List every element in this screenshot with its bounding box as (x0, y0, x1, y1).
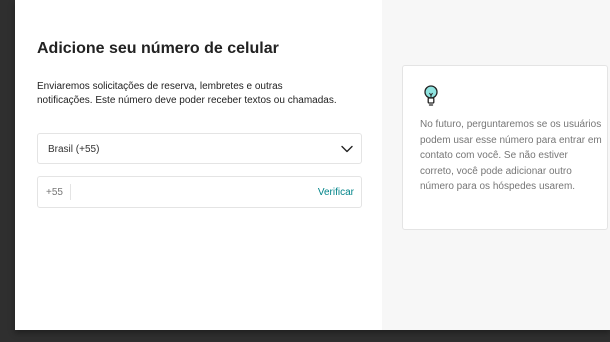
country-select[interactable]: Brasil (+55) (37, 133, 362, 164)
lightbulb-icon (424, 85, 438, 106)
phone-number-input[interactable] (74, 182, 294, 202)
prefix-divider (70, 184, 71, 200)
main-panel: Adicione seu número de celular Enviaremo… (15, 0, 382, 330)
info-sidebar: No futuro, perguntaremos se os usuários … (382, 0, 610, 330)
page-title: Adicione seu número de celular (37, 40, 279, 57)
tip-text: No futuro, perguntaremos se os usuários … (420, 119, 602, 192)
phone-prefix: +55 (46, 187, 63, 198)
phone-number-field: +55 Verificar (37, 176, 362, 208)
tip-card: No futuro, perguntaremos se os usuários … (402, 65, 608, 230)
chevron-down-icon (341, 145, 353, 153)
app-window: Adicione seu número de celular Enviaremo… (15, 0, 610, 330)
verify-button[interactable]: Verificar (318, 187, 354, 198)
country-select-value: Brasil (+55) (48, 144, 100, 155)
page-description: Enviaremos solicitações de reserva, lemb… (37, 81, 337, 106)
